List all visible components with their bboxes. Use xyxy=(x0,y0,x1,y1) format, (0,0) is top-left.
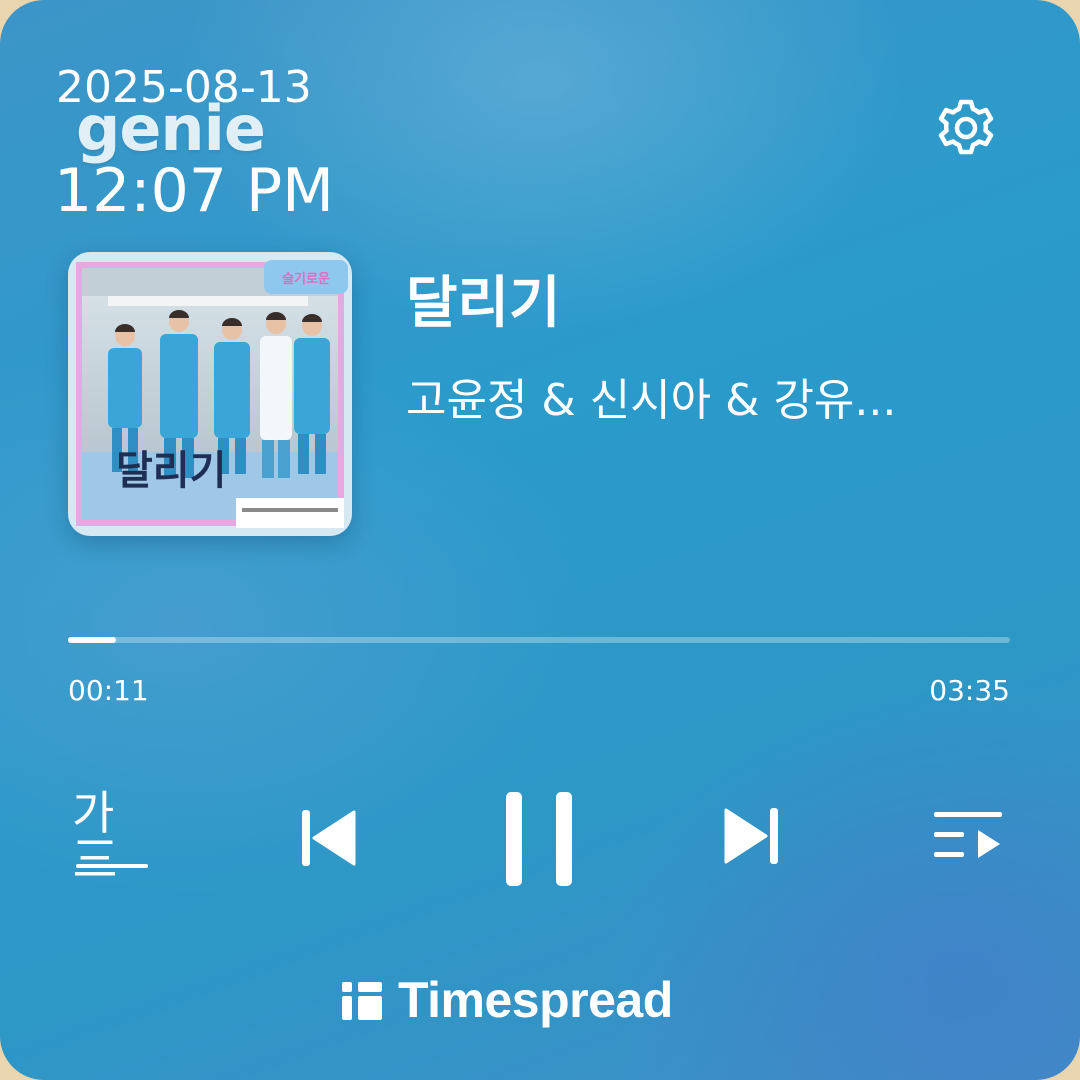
song-title[interactable]: 달리기 xyxy=(406,258,561,339)
brand-name: Timespread xyxy=(398,972,673,1028)
previous-button[interactable] xyxy=(296,806,360,870)
album-art[interactable]: 슬기로운 달리기 xyxy=(68,252,352,536)
lyrics-label: 가三 xyxy=(72,786,118,886)
brand-footer: Timespread xyxy=(340,970,673,1030)
playlist-icon xyxy=(934,812,1002,858)
gear-icon xyxy=(938,99,994,155)
progress-bar[interactable] xyxy=(68,637,1010,643)
lyrics-underline xyxy=(76,864,148,868)
timespread-logo-icon xyxy=(342,982,382,1020)
lyrics-button[interactable]: 가三 xyxy=(72,790,152,882)
album-cover-image: 슬기로운 달리기 xyxy=(68,252,352,536)
settings-button[interactable] xyxy=(934,96,998,160)
pause-button[interactable] xyxy=(500,790,580,890)
elapsed-time: 00:11 xyxy=(68,674,149,707)
playlist-button[interactable] xyxy=(930,808,1006,872)
skip-next-icon xyxy=(724,808,778,864)
album-art-title: 달리기 xyxy=(116,448,226,494)
svg-text:슬기로운: 슬기로운 xyxy=(282,272,330,287)
total-time: 03:35 xyxy=(929,674,1010,707)
pause-icon xyxy=(506,792,572,886)
skip-previous-icon xyxy=(302,810,356,866)
song-artist[interactable]: 고윤정 & 신시아 & 강유... xyxy=(406,364,1006,428)
progress-fill xyxy=(68,637,117,643)
time-label: 12:07 PM xyxy=(54,156,334,226)
music-widget: genie 2025-08-13 12:07 PM 슬기로운 달리기 달리기 고… xyxy=(0,0,1080,1080)
date-label: 2025-08-13 xyxy=(56,62,312,113)
next-button[interactable] xyxy=(720,804,784,868)
